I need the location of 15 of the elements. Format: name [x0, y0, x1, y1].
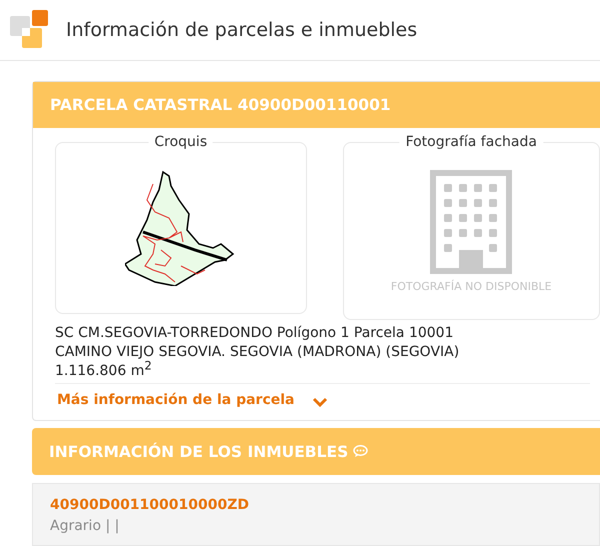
- photo-label: Fotografía fachada: [400, 134, 543, 150]
- properties-title: INFORMACIÓN DE LOS INMUEBLES: [49, 442, 348, 460]
- property-use-text: Agrario | |: [50, 517, 120, 535]
- photo-unavailable-text: FOTOGRAFÍA NO DISPONIBLE: [390, 280, 552, 292]
- parcel-title: PARCELA CATASTRAL 40900D00110001: [50, 96, 391, 114]
- chevron-icon: [312, 397, 328, 407]
- building-icon: [430, 170, 512, 274]
- area-text: 1.116.806 m$^{2}$: [55, 362, 152, 381]
- comment-icon: [353, 445, 368, 458]
- more-info-link[interactable]: Más información de la parcela: [55, 384, 328, 420]
- page-title: Información de parcelas e inmuebles: [66, 19, 418, 41]
- address-line: CAMINO VIEJO SEGOVIA. SEGOVIA (MADRONA) (SEGOVIA): [55, 343, 460, 360]
- address-line: SC CM.SEGOVIA-TORREDONDO Polígono 1 Parcela 10001: [55, 324, 455, 343]
- property-reference-link[interactable]: 40900D001100010000ZD: [50, 497, 249, 513]
- sketch-label: Croquis: [148, 134, 214, 150]
